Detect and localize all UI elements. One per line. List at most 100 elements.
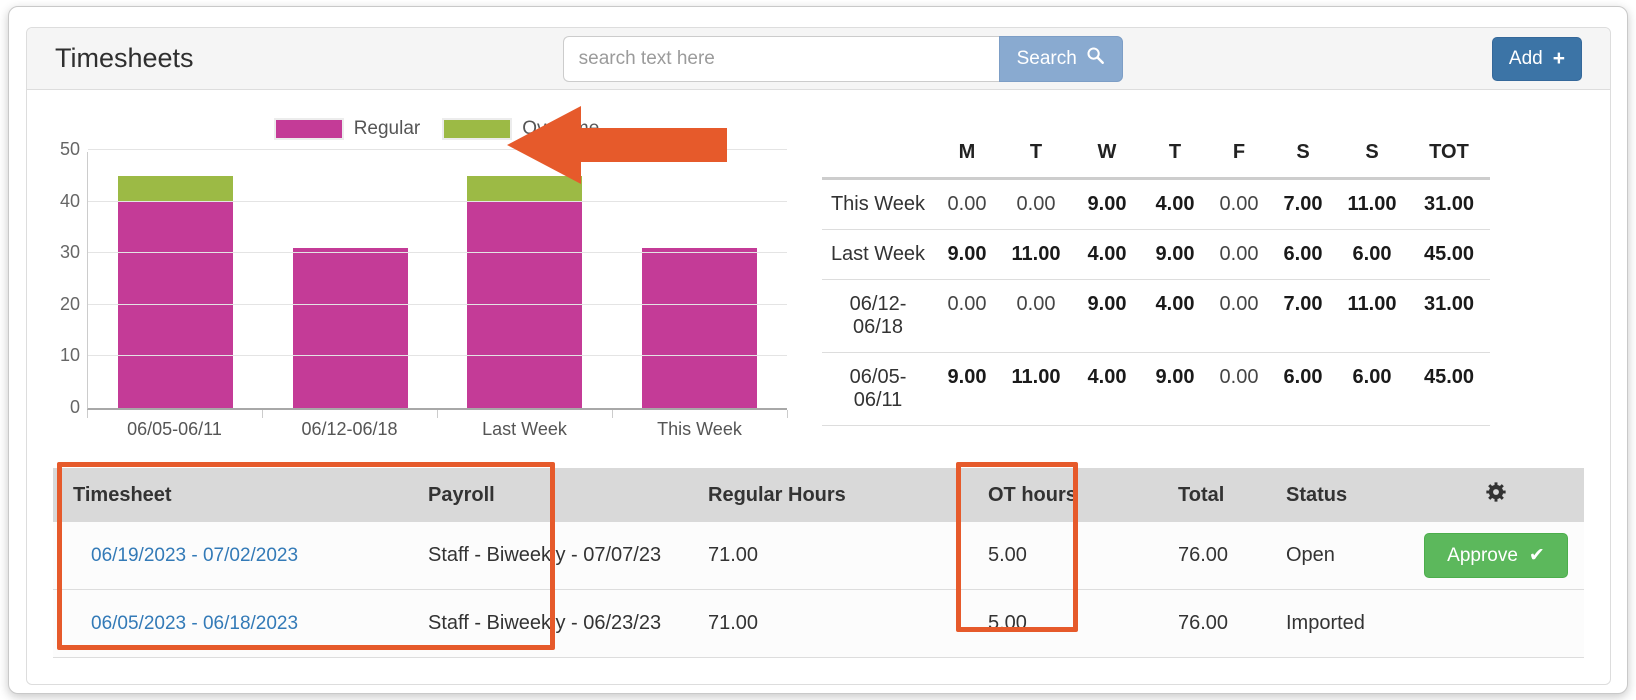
approve-button[interactable]: Approve ✔ [1424,533,1568,578]
y-axis-tick-label: 0 [40,397,80,418]
weekly-hours-cell: 11.00 [1336,280,1408,353]
search-button-label: Search [1017,48,1077,70]
timesheet-cell: 06/19/2023 - 07/02/2023 [53,522,408,590]
timesheet-link[interactable]: 06/05/2023 - 06/18/2023 [91,613,298,634]
gridline [88,304,787,305]
plus-icon: + [1553,48,1565,69]
gear-icon[interactable] [1485,481,1507,509]
col-payroll: Payroll [408,468,688,522]
chart-legend: Regular Overtime [79,118,794,140]
y-axis-tick-label: 50 [40,139,80,160]
regular-hours-cell: 71.00 [688,590,968,658]
total-cell: 76.00 [1158,590,1266,658]
timesheet-link[interactable]: 06/19/2023 - 07/02/2023 [91,545,298,566]
weekly-col-thu: T [1142,128,1208,179]
weekly-hours-cell: 9.00 [1142,230,1208,280]
timesheets-table: Timesheet Payroll Regular Hours OT hours… [53,468,1584,658]
x-axis-tick [262,410,263,418]
weekly-hours-cell: 11.00 [1336,179,1408,230]
weekly-col-blank [822,128,934,179]
panel-body: Regular Overtime 01020304050 06/05-06/110… [27,90,1610,684]
weekly-hours-cell: 9.00 [934,353,1000,426]
weekly-col-wed: W [1072,128,1142,179]
weekly-hours-cell: 0.00 [1208,353,1270,426]
gridline [88,149,787,150]
weekly-hours-cell: 11.00 [1000,353,1072,426]
gridline [88,252,787,253]
approve-button-label: Approve [1447,545,1518,567]
hours-bar-chart: Regular Overtime 01020304050 06/05-06/110… [39,102,794,444]
y-axis-tick-label: 10 [40,345,80,366]
panel-heading: Timesheets Search Add + [27,28,1610,90]
weekly-row: 06/05-06/119.0011.004.009.000.006.006.00… [822,353,1490,426]
legend-item-overtime: Overtime [442,118,599,140]
weekly-hours-cell: 4.00 [1142,280,1208,353]
weekly-hours-cell: 9.00 [934,230,1000,280]
actions-cell [1408,590,1584,658]
timesheet-row: 06/19/2023 - 07/02/2023 Staff - Biweekly … [53,522,1584,590]
col-status: Status [1266,468,1408,522]
col-ot-hours: OT hours [968,468,1158,522]
overtime-segment [467,176,582,202]
chart-plot-area: 01020304050 [87,152,787,410]
x-axis-tick [612,410,613,418]
weekly-hours-cell: 0.00 [1000,280,1072,353]
weekly-hours-cell: 45.00 [1408,353,1490,426]
col-settings [1408,468,1584,522]
x-axis-tick [437,410,438,418]
add-button[interactable]: Add + [1492,37,1582,81]
weekly-col-fri: F [1208,128,1270,179]
weekly-hours-cell: 6.00 [1270,353,1336,426]
weekly-row-label: Last Week [822,230,934,280]
timesheet-row: 06/05/2023 - 06/18/2023 Staff - Biweekly … [53,590,1584,658]
bar-last-week [438,152,613,408]
status-cell: Open [1266,522,1408,590]
search-input[interactable] [563,36,999,82]
x-axis-tick [87,410,88,418]
weekly-hours-cell: 7.00 [1270,179,1336,230]
bar-06-12-06-18 [263,152,438,408]
weekly-row: 06/12-06/180.000.009.004.000.007.0011.00… [822,280,1490,353]
check-icon: ✔ [1529,544,1545,567]
weekly-hours-cell: 0.00 [1208,230,1270,280]
regular-hours-cell: 71.00 [688,522,968,590]
weekly-hours-cell: 9.00 [1072,280,1142,353]
col-timesheet: Timesheet [53,468,408,522]
timesheets-panel: Timesheets Search Add + [26,27,1611,685]
x-axis-label: 06/12-06/18 [262,410,437,444]
weekly-hours-cell: 31.00 [1408,179,1490,230]
regular-segment [642,248,757,408]
payroll-cell: Staff - Biweekly - 06/23/23 [408,590,688,658]
timesheet-cell: 06/05/2023 - 06/18/2023 [53,590,408,658]
legend-label: Overtime [522,118,599,140]
weekly-hours-cell: 9.00 [1072,179,1142,230]
legend-item-regular: Regular [274,118,421,140]
overtime-segment [118,176,233,202]
weekly-hours-cell: 31.00 [1408,280,1490,353]
weekly-hours-cell: 0.00 [934,280,1000,353]
page-card: Timesheets Search Add + [8,6,1628,694]
regular-swatch [274,118,344,140]
legend-label: Regular [354,118,421,140]
weekly-summary-table: M T W T F S S TOT This Week0.000.009.004… [822,128,1490,426]
actions-cell: Approve ✔ [1408,522,1584,590]
payroll-cell: Staff - Biweekly - 07/07/23 [408,522,688,590]
bar-this-week [612,152,787,408]
x-axis-label: Last Week [437,410,612,444]
weekly-col-sun: S [1336,128,1408,179]
search-button[interactable]: Search [999,36,1123,82]
add-button-label: Add [1509,48,1543,70]
regular-segment [293,248,408,408]
search-icon [1086,46,1105,71]
y-axis-tick-label: 40 [40,191,80,212]
weekly-hours-cell: 0.00 [1000,179,1072,230]
weekly-hours-cell: 6.00 [1336,230,1408,280]
chart-x-axis: 06/05-06/1106/12-06/18Last WeekThis Week [87,410,787,444]
search-group: Search [563,36,1123,82]
weekly-header-row: M T W T F S S TOT [822,128,1490,179]
weekly-hours-cell: 6.00 [1270,230,1336,280]
status-cell: Imported [1266,590,1408,658]
weekly-row-label: 06/12-06/18 [822,280,934,353]
gridline [88,201,787,202]
weekly-row: Last Week9.0011.004.009.000.006.006.0045… [822,230,1490,280]
